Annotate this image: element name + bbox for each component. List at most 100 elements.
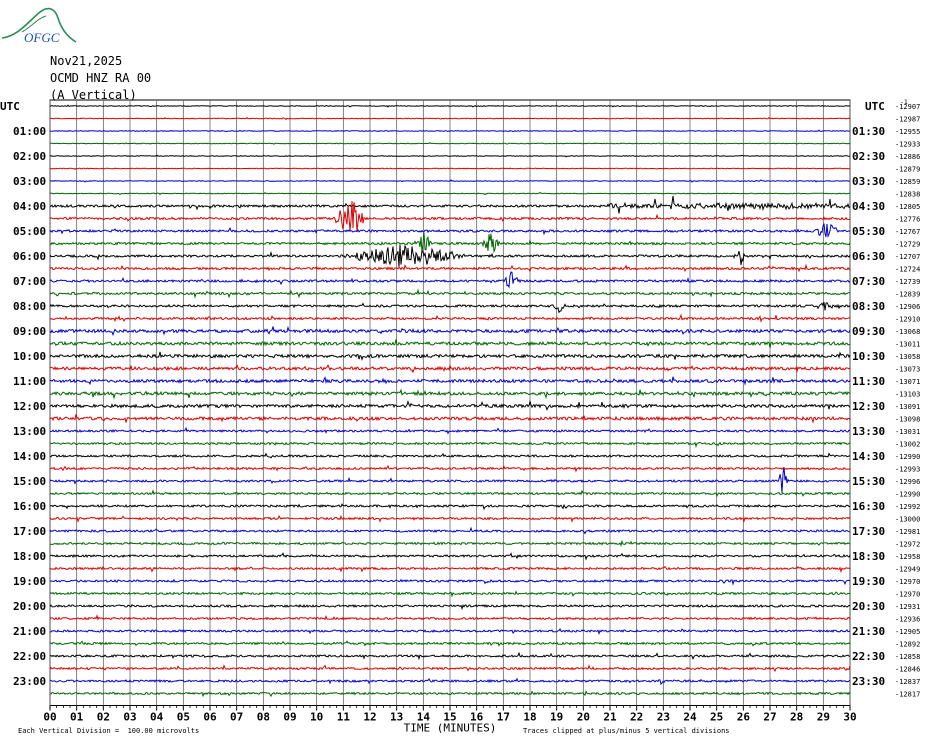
right-halfhour-label: 08:30 bbox=[852, 300, 885, 313]
left-hour-label: 12:00 bbox=[13, 400, 46, 413]
trace-offset-label: -13071 bbox=[895, 378, 920, 386]
x-tick-label: 12 bbox=[363, 711, 376, 724]
x-tick-label: 00 bbox=[43, 711, 56, 724]
x-tick-label: 11 bbox=[337, 711, 351, 724]
trace-offset-label: -12931 bbox=[895, 603, 920, 611]
right-halfhour-label: 23:30 bbox=[852, 675, 885, 688]
left-hour-label: 08:00 bbox=[13, 300, 46, 313]
right-halfhour-label: 13:30 bbox=[852, 425, 885, 438]
trace-offset-label: -12739 bbox=[895, 278, 920, 286]
right-halfhour-label: 02:30 bbox=[852, 150, 885, 163]
right-halfhour-label: 11:30 bbox=[852, 375, 885, 388]
trace-offset-label: -12910 bbox=[895, 316, 920, 324]
trace-offset-label: -12776 bbox=[895, 216, 920, 224]
trace-offset-label: -13098 bbox=[895, 416, 920, 424]
x-tick-label: 19 bbox=[550, 711, 563, 724]
trace-offset-label: -12993 bbox=[895, 466, 920, 474]
x-tick-label: 17 bbox=[497, 711, 510, 724]
x-tick-label: 27 bbox=[763, 711, 776, 724]
right-halfhour-label: 05:30 bbox=[852, 225, 885, 238]
x-tick-label: 13 bbox=[390, 711, 403, 724]
right-halfhour-label: 06:30 bbox=[852, 250, 885, 263]
trace-offset-label: -12990 bbox=[895, 491, 920, 499]
trace-offset-label: -12970 bbox=[895, 591, 920, 599]
left-hour-label: 17:00 bbox=[13, 525, 46, 538]
trace-offset-label: -12729 bbox=[895, 241, 920, 249]
x-tick-label: 22 bbox=[630, 711, 643, 724]
x-tick-label: 30 bbox=[843, 711, 856, 724]
x-tick-label: 04 bbox=[150, 711, 164, 724]
x-axis-title: TIME (MINUTES) bbox=[404, 722, 497, 735]
right-halfhour-label: 20:30 bbox=[852, 600, 885, 613]
right-halfhour-label: 16:30 bbox=[852, 500, 885, 513]
trace-offset-label: -12879 bbox=[895, 166, 920, 174]
trace-offset-label: -12987 bbox=[895, 116, 920, 124]
left-hour-label: 22:00 bbox=[13, 650, 46, 663]
left-hour-label: 01:00 bbox=[13, 125, 46, 138]
trace-offset-label: -13002 bbox=[895, 441, 920, 449]
trace-offset-label: -12996 bbox=[895, 478, 920, 486]
trace-offset-label: -12767 bbox=[895, 228, 920, 236]
left-hour-label: 20:00 bbox=[13, 600, 46, 613]
right-halfhour-label: 07:30 bbox=[852, 275, 885, 288]
left-hour-label: 18:00 bbox=[13, 550, 46, 563]
left-hour-label: 07:00 bbox=[13, 275, 46, 288]
x-tick-label: 07 bbox=[230, 711, 243, 724]
right-halfhour-label: 22:30 bbox=[852, 650, 885, 663]
left-hour-label: 05:00 bbox=[13, 225, 46, 238]
x-tick-label: 26 bbox=[737, 711, 751, 724]
x-tick-label: 24 bbox=[683, 711, 697, 724]
trace-offset-label: -12970 bbox=[895, 578, 920, 586]
trace-offset-label: -12837 bbox=[895, 678, 920, 686]
trace-offset-label: -12972 bbox=[895, 541, 920, 549]
left-hour-label: 10:00 bbox=[13, 350, 46, 363]
right-halfhour-label: 01:30 bbox=[852, 125, 885, 138]
trace-offset-label: -12724 bbox=[895, 266, 920, 274]
x-tick-label: 28 bbox=[790, 711, 803, 724]
left-hour-label: 14:00 bbox=[13, 450, 46, 463]
left-hour-label: 15:00 bbox=[13, 475, 46, 488]
x-tick-label: 21 bbox=[603, 711, 617, 724]
left-hour-label: 21:00 bbox=[13, 625, 46, 638]
right-halfhour-label: 21:30 bbox=[852, 625, 885, 638]
footer-right-note: Traces clipped at plus/minus 5 vertical … bbox=[523, 727, 730, 735]
x-tick-label: 01 bbox=[70, 711, 84, 724]
left-hour-label: 09:00 bbox=[13, 325, 46, 338]
right-halfhour-label: 04:30 bbox=[852, 200, 885, 213]
trace-offset-label: -12858 bbox=[895, 653, 920, 661]
left-utc-label: UTC bbox=[0, 100, 20, 113]
left-hour-label: 02:00 bbox=[13, 150, 46, 163]
trace-offset-label: -12892 bbox=[895, 641, 920, 649]
x-tick-label: 18 bbox=[523, 711, 536, 724]
trace-offset-label: -12817 bbox=[895, 691, 920, 699]
trace-offset-label: -12838 bbox=[895, 191, 920, 199]
left-hour-label: 03:00 bbox=[13, 175, 46, 188]
right-halfhour-label: 14:30 bbox=[852, 450, 885, 463]
trace-offset-label: -12906 bbox=[895, 303, 920, 311]
trace-offset-label: -12981 bbox=[895, 528, 920, 536]
trace-offset-label: -13073 bbox=[895, 366, 920, 374]
left-hour-label: 16:00 bbox=[13, 500, 46, 513]
left-hour-label: 23:00 bbox=[13, 675, 46, 688]
right-utc-label: UTC bbox=[865, 100, 885, 113]
right-halfhour-label: 10:30 bbox=[852, 350, 885, 363]
trace-offset-label: -12955 bbox=[895, 128, 920, 136]
left-hour-label: 19:00 bbox=[13, 575, 46, 588]
x-tick-label: 20 bbox=[577, 711, 590, 724]
trace-offset-label: -12949 bbox=[895, 566, 920, 574]
x-tick-label: 08 bbox=[257, 711, 270, 724]
left-hour-label: 06:00 bbox=[13, 250, 46, 263]
trace-offset-label: -13011 bbox=[895, 341, 920, 349]
x-tick-label: 10 bbox=[310, 711, 323, 724]
trace-offset-label: -13091 bbox=[895, 403, 920, 411]
x-tick-label: 09 bbox=[283, 711, 296, 724]
left-hour-label: 04:00 bbox=[13, 200, 46, 213]
helicorder-plot: 00 01 02 03 04 05 06 07 08 09 10 11 12 13 14 15 16 17 18 19… bbox=[0, 98, 920, 735]
right-halfhour-label: 03:30 bbox=[852, 175, 885, 188]
x-tick-label: 06 bbox=[203, 711, 217, 724]
x-tick-label: 03 bbox=[123, 711, 136, 724]
trace-offset-label: -12907 bbox=[895, 103, 920, 111]
trace-offset-label: -12992 bbox=[895, 503, 920, 511]
trace-offset-label: -12990 bbox=[895, 453, 920, 461]
trace-offset-label: -13103 bbox=[895, 391, 920, 399]
